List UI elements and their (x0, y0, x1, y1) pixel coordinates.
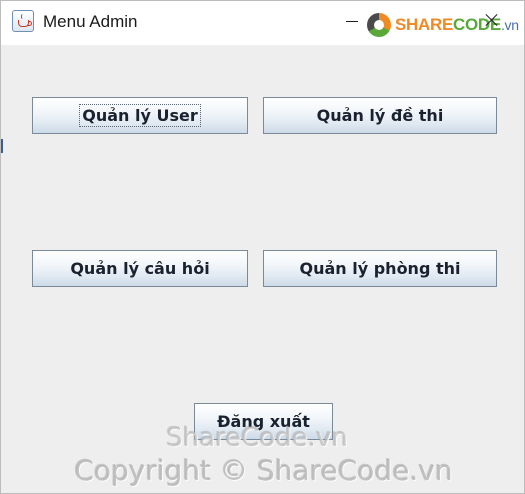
manage-user-label: Quản lý User (79, 104, 201, 127)
sharecode-logo-icon (367, 13, 391, 37)
watermark-copyright: Copyright © ShareCode.vn (74, 454, 453, 487)
manage-questions-button[interactable]: Quản lý câu hỏi (32, 250, 248, 287)
title-bar[interactable]: Menu Admin SHARECODE.vn (1, 1, 524, 45)
manage-exam-rooms-button[interactable]: Quản lý phòng thi (263, 250, 497, 287)
logo-share-text: SHARE (395, 15, 454, 34)
menu-admin-window: Menu Admin SHARECODE.vn Quản lý User Quả… (0, 0, 525, 494)
manage-exam-label: Quản lý đề thi (316, 106, 444, 125)
manage-exam-button[interactable]: Quản lý đề thi (263, 97, 497, 134)
logo-vn-text: .vn (500, 17, 519, 33)
close-button[interactable] (482, 11, 502, 31)
manage-exam-rooms-label: Quản lý phòng thi (299, 259, 461, 278)
minimize-button[interactable] (343, 11, 363, 31)
edge-marker (1, 139, 3, 153)
manage-questions-label: Quản lý câu hỏi (70, 259, 210, 278)
java-cup-icon (12, 10, 34, 32)
manage-user-button[interactable]: Quản lý User (32, 97, 248, 134)
logout-label: Đăng xuất (217, 412, 310, 431)
window-title: Menu Admin (43, 12, 138, 31)
logout-button[interactable]: Đăng xuất (194, 403, 333, 440)
